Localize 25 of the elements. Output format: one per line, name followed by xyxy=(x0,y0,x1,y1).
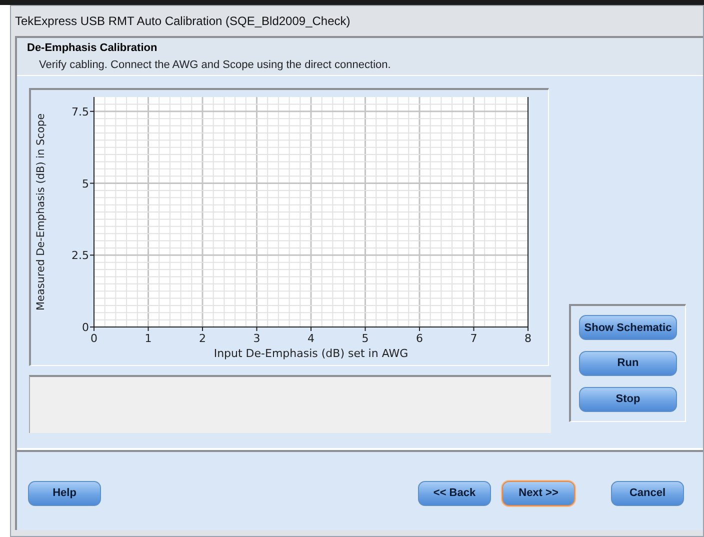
x-axis-label: Input De-Emphasis (dB) set in AWG xyxy=(214,347,408,360)
y-axis-label: Measured De-Emphasis (dB) in Scope xyxy=(35,113,47,311)
y-tick-label: 7.5 xyxy=(72,105,89,118)
x-tick-label: 8 xyxy=(524,332,532,345)
schematic-button[interactable]: Show Schematic xyxy=(579,315,677,340)
x-tick-label: 3 xyxy=(253,332,260,345)
y-tick-label: 2.5 xyxy=(72,249,89,262)
back-button[interactable]: << Back xyxy=(418,480,491,506)
stop-button[interactable]: Stop xyxy=(579,386,677,412)
y-tick-label: 5 xyxy=(82,177,89,190)
run-button[interactable]: Run xyxy=(579,350,677,376)
x-tick-label: 5 xyxy=(362,332,369,345)
section-title: De-Emphasis Calibration xyxy=(27,42,158,54)
x-tick-label: 2 xyxy=(199,332,206,345)
y-tick-label: 0 xyxy=(82,321,89,334)
x-tick-label: 7 xyxy=(470,332,478,345)
window-title: TekExpress USB RMT Auto Calibration (SQE_Bld2009_Check) xyxy=(14,13,352,30)
cancel-button[interactable]: Cancel xyxy=(611,480,684,506)
x-tick-label: 4 xyxy=(308,332,314,345)
instruction-text: Verify cabling. Connect the AWG and Scope using the direct connection. xyxy=(38,59,392,71)
next-button[interactable]: Next >> xyxy=(502,480,575,506)
help-button[interactable]: Help xyxy=(28,480,101,506)
x-tick-label: 1 xyxy=(144,332,152,345)
x-tick-label: 0 xyxy=(90,332,98,345)
x-tick-label: 6 xyxy=(416,332,423,345)
